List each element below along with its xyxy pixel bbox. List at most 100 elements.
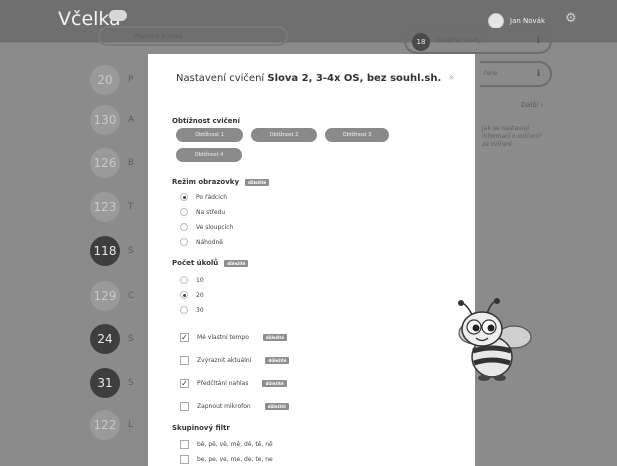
important-badge: důležité (262, 334, 288, 341)
checkbox-group-filter-1[interactable]: bě, pě, vě, mě, dě, tě, ně (180, 440, 273, 449)
important-badge: důležité (245, 178, 270, 186)
radio-label: 10 (196, 276, 204, 284)
radio-label: Náhodně (196, 238, 223, 246)
bg-exercise-pill-right-2[interactable]: řene ℹ (480, 61, 552, 87)
radio-label: Ve sloupcích (196, 223, 234, 231)
radio-task-count-20[interactable]: 20 (180, 291, 204, 299)
next-link[interactable]: Další › (521, 101, 543, 109)
list-item[interactable]: 118 S (90, 231, 134, 271)
radio-button[interactable] (180, 208, 188, 216)
user-name: Jan Novák (510, 17, 546, 25)
difficulty-label: Obtížnost cvičení (172, 117, 240, 125)
exercise-label: S (128, 246, 134, 256)
bg-exercise-pill-right[interactable]: 18 Závěrné slovky ℹ (404, 28, 552, 54)
exercise-label: P (128, 75, 134, 85)
radio-button[interactable] (180, 238, 188, 246)
difficulty-option-4[interactable]: Obtížnost 4 (176, 148, 242, 162)
radio-screen-mode-4[interactable]: Náhodně (180, 238, 223, 246)
list-item[interactable]: 122 L (90, 405, 133, 445)
bee-mascot (458, 298, 532, 381)
avatar (488, 13, 504, 29)
radio-label: Po řádcích (196, 193, 228, 201)
exercise-count: 130 (90, 105, 120, 135)
exercise-label: řene (484, 70, 498, 77)
exercise-count: 118 (90, 236, 120, 266)
difficulty-option-2[interactable]: Obtížnost 2 (251, 128, 317, 142)
difficulty-option-1[interactable]: Obtížnost 1 (176, 128, 243, 142)
checkbox[interactable]: ✓ (180, 333, 189, 342)
checkbox-highlight-current[interactable]: Zvýraznit aktuální důležité (180, 356, 290, 365)
exercise-label: T (128, 202, 134, 212)
exercise-label: A (128, 115, 135, 125)
list-item[interactable]: 130 A (90, 100, 134, 140)
gear-icon[interactable]: ⚙ (565, 12, 577, 25)
checkbox-label: Mé vlastní tempo (197, 334, 249, 341)
list-item[interactable]: 31 S (90, 363, 134, 403)
radio-label: Na středu (196, 208, 226, 216)
radio-label: 20 (196, 291, 204, 299)
exercise-count: 24 (90, 324, 120, 354)
important-badge: důležité (264, 403, 289, 410)
exercise-count: 18 (412, 33, 430, 51)
checkbox-own-tempo[interactable]: ✓ Mé vlastní tempo důležité (180, 333, 288, 342)
checkbox-microphone[interactable]: Zapnout mikrofon důležité (180, 402, 289, 411)
user-menu[interactable]: Jan Novák (488, 13, 545, 29)
side-help-line: Jak se nastavují (482, 125, 529, 132)
exercise-label: S (128, 334, 134, 344)
modal-title-exercise: Slova 2, 3-4x OS, bez souhl.sh. (267, 73, 442, 84)
radio-label: 30 (196, 306, 204, 314)
exercise-label: S (128, 378, 134, 388)
list-item[interactable]: 129 C (90, 276, 134, 316)
radio-button[interactable] (180, 291, 188, 299)
difficulty-option-3[interactable]: Obtížnost 3 (325, 128, 389, 142)
checkbox-label: Předčítání nahlas (197, 380, 249, 387)
task-count-label: Počet úkolů (172, 259, 219, 267)
list-item[interactable]: 123 T (90, 187, 134, 227)
radio-button[interactable] (180, 193, 188, 201)
important-badge: důležité (224, 259, 249, 267)
checkbox-label: bě, pě, vě, mě, dě, tě, ně (197, 441, 273, 448)
settings-modal: Nastavení cvičení Slova 2, 3-4x OS, bez … (148, 54, 475, 466)
important-badge: důležité (262, 380, 287, 387)
checkbox-group-filter-2[interactable]: be, pe, ve, me, de, te, ne (180, 455, 273, 464)
radio-task-count-30[interactable]: 30 (180, 306, 204, 314)
group-filter-label: Skupinový filtr (172, 424, 230, 432)
exercise-label: L (128, 420, 134, 430)
exercise-count: 20 (90, 65, 120, 95)
info-icon[interactable]: ℹ (537, 69, 540, 79)
checkbox[interactable] (180, 402, 189, 411)
radio-screen-mode-1[interactable]: Po řádcích (180, 193, 227, 201)
list-item[interactable]: 20 P (90, 60, 133, 100)
checkbox-label: be, pe, ve, me, de, te, ne (197, 456, 273, 463)
exercise-count: 123 (90, 192, 120, 222)
checkbox[interactable] (180, 356, 189, 365)
radio-button[interactable] (180, 223, 188, 231)
info-icon[interactable]: ℹ (537, 36, 540, 46)
checkbox[interactable] (180, 455, 189, 464)
next-link-label: Další (521, 101, 539, 109)
checkbox[interactable] (180, 440, 189, 449)
exercise-label: B (128, 158, 135, 168)
task-count-heading: Počet úkolů důležité (172, 259, 249, 267)
modal-title-prefix: Nastavení cvičení (176, 73, 265, 84)
bg-exercise-pill[interactable]: Písmena a slova (98, 26, 288, 46)
checkbox-label: Zvýraznit aktuální (197, 357, 252, 364)
screen-mode-heading: Režim obrazovky důležité (172, 178, 270, 186)
logo-badge (109, 10, 127, 21)
radio-button[interactable] (180, 306, 188, 314)
list-item[interactable]: 24 S (90, 319, 134, 359)
checkbox-read-aloud[interactable]: ✓ Předčítání nahlas důležité (180, 379, 287, 388)
side-help-line: ze cvičení. (482, 141, 514, 148)
radio-button[interactable] (180, 276, 188, 284)
checkbox[interactable]: ✓ (180, 379, 189, 388)
radio-task-count-10[interactable]: 10 (180, 276, 204, 284)
radio-screen-mode-2[interactable]: Na středu (180, 208, 225, 216)
close-icon[interactable]: × (448, 73, 455, 82)
list-item[interactable]: 126 B (90, 143, 134, 183)
exercise-label: C (128, 291, 135, 301)
radio-screen-mode-3[interactable]: Ve sloupcích (180, 223, 233, 231)
bg-exercise-pill-text: Písmena a slova (134, 33, 183, 40)
checkbox-label: Zapnout mikrofon (197, 403, 251, 410)
exercise-label: Závěrné slovky (436, 37, 482, 44)
exercise-count: 122 (90, 410, 120, 440)
